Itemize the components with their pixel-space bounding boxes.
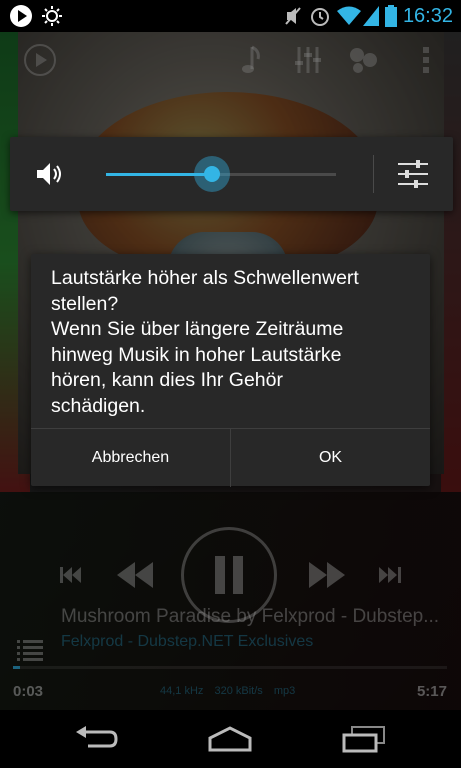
cancel-button[interactable]: Abbrechen bbox=[31, 429, 230, 487]
brightness-icon bbox=[40, 0, 64, 32]
mute-icon bbox=[282, 0, 304, 32]
dialog-message-line: Lautstärke höher als Schwellenwert bbox=[51, 267, 359, 289]
dialog-buttons: Abbrechen OK bbox=[31, 428, 430, 487]
volume-settings-icon[interactable] bbox=[396, 157, 430, 191]
wifi-icon bbox=[336, 0, 362, 32]
dialog-message-line: Wenn Sie über längere Zeiträume bbox=[51, 318, 344, 340]
volume-slider[interactable] bbox=[106, 156, 336, 192]
volume-slider-thumb[interactable] bbox=[193, 156, 230, 192]
dialog-message-line: hinweg Musik in hoher Lautstärke bbox=[51, 343, 342, 366]
back-icon[interactable] bbox=[66, 718, 126, 760]
home-icon[interactable] bbox=[200, 718, 260, 760]
recent-apps-icon[interactable] bbox=[334, 718, 394, 760]
dialog-message: Lautstärke höher als Schwellenwert stell… bbox=[51, 266, 421, 419]
status-time: 16:32 bbox=[402, 5, 453, 27]
divider bbox=[373, 155, 374, 193]
dialog-message-line: hören, kann dies Ihr Gehör bbox=[51, 369, 283, 391]
volume-warning-dialog: Lautstärke höher als Schwellenwert stell… bbox=[31, 254, 430, 487]
speaker-icon bbox=[34, 159, 64, 189]
alarm-icon bbox=[308, 0, 332, 32]
battery-icon bbox=[384, 0, 398, 32]
dialog-message-line: stellen? bbox=[51, 292, 119, 315]
signal-icon bbox=[362, 0, 380, 32]
volume-panel bbox=[10, 137, 453, 211]
navigation-bar bbox=[0, 710, 461, 768]
ok-button[interactable]: OK bbox=[230, 429, 430, 487]
status-bar: 16:32 bbox=[0, 0, 461, 32]
dialog-message-line: schädigen. bbox=[51, 394, 146, 417]
play-notification-icon bbox=[8, 0, 34, 32]
